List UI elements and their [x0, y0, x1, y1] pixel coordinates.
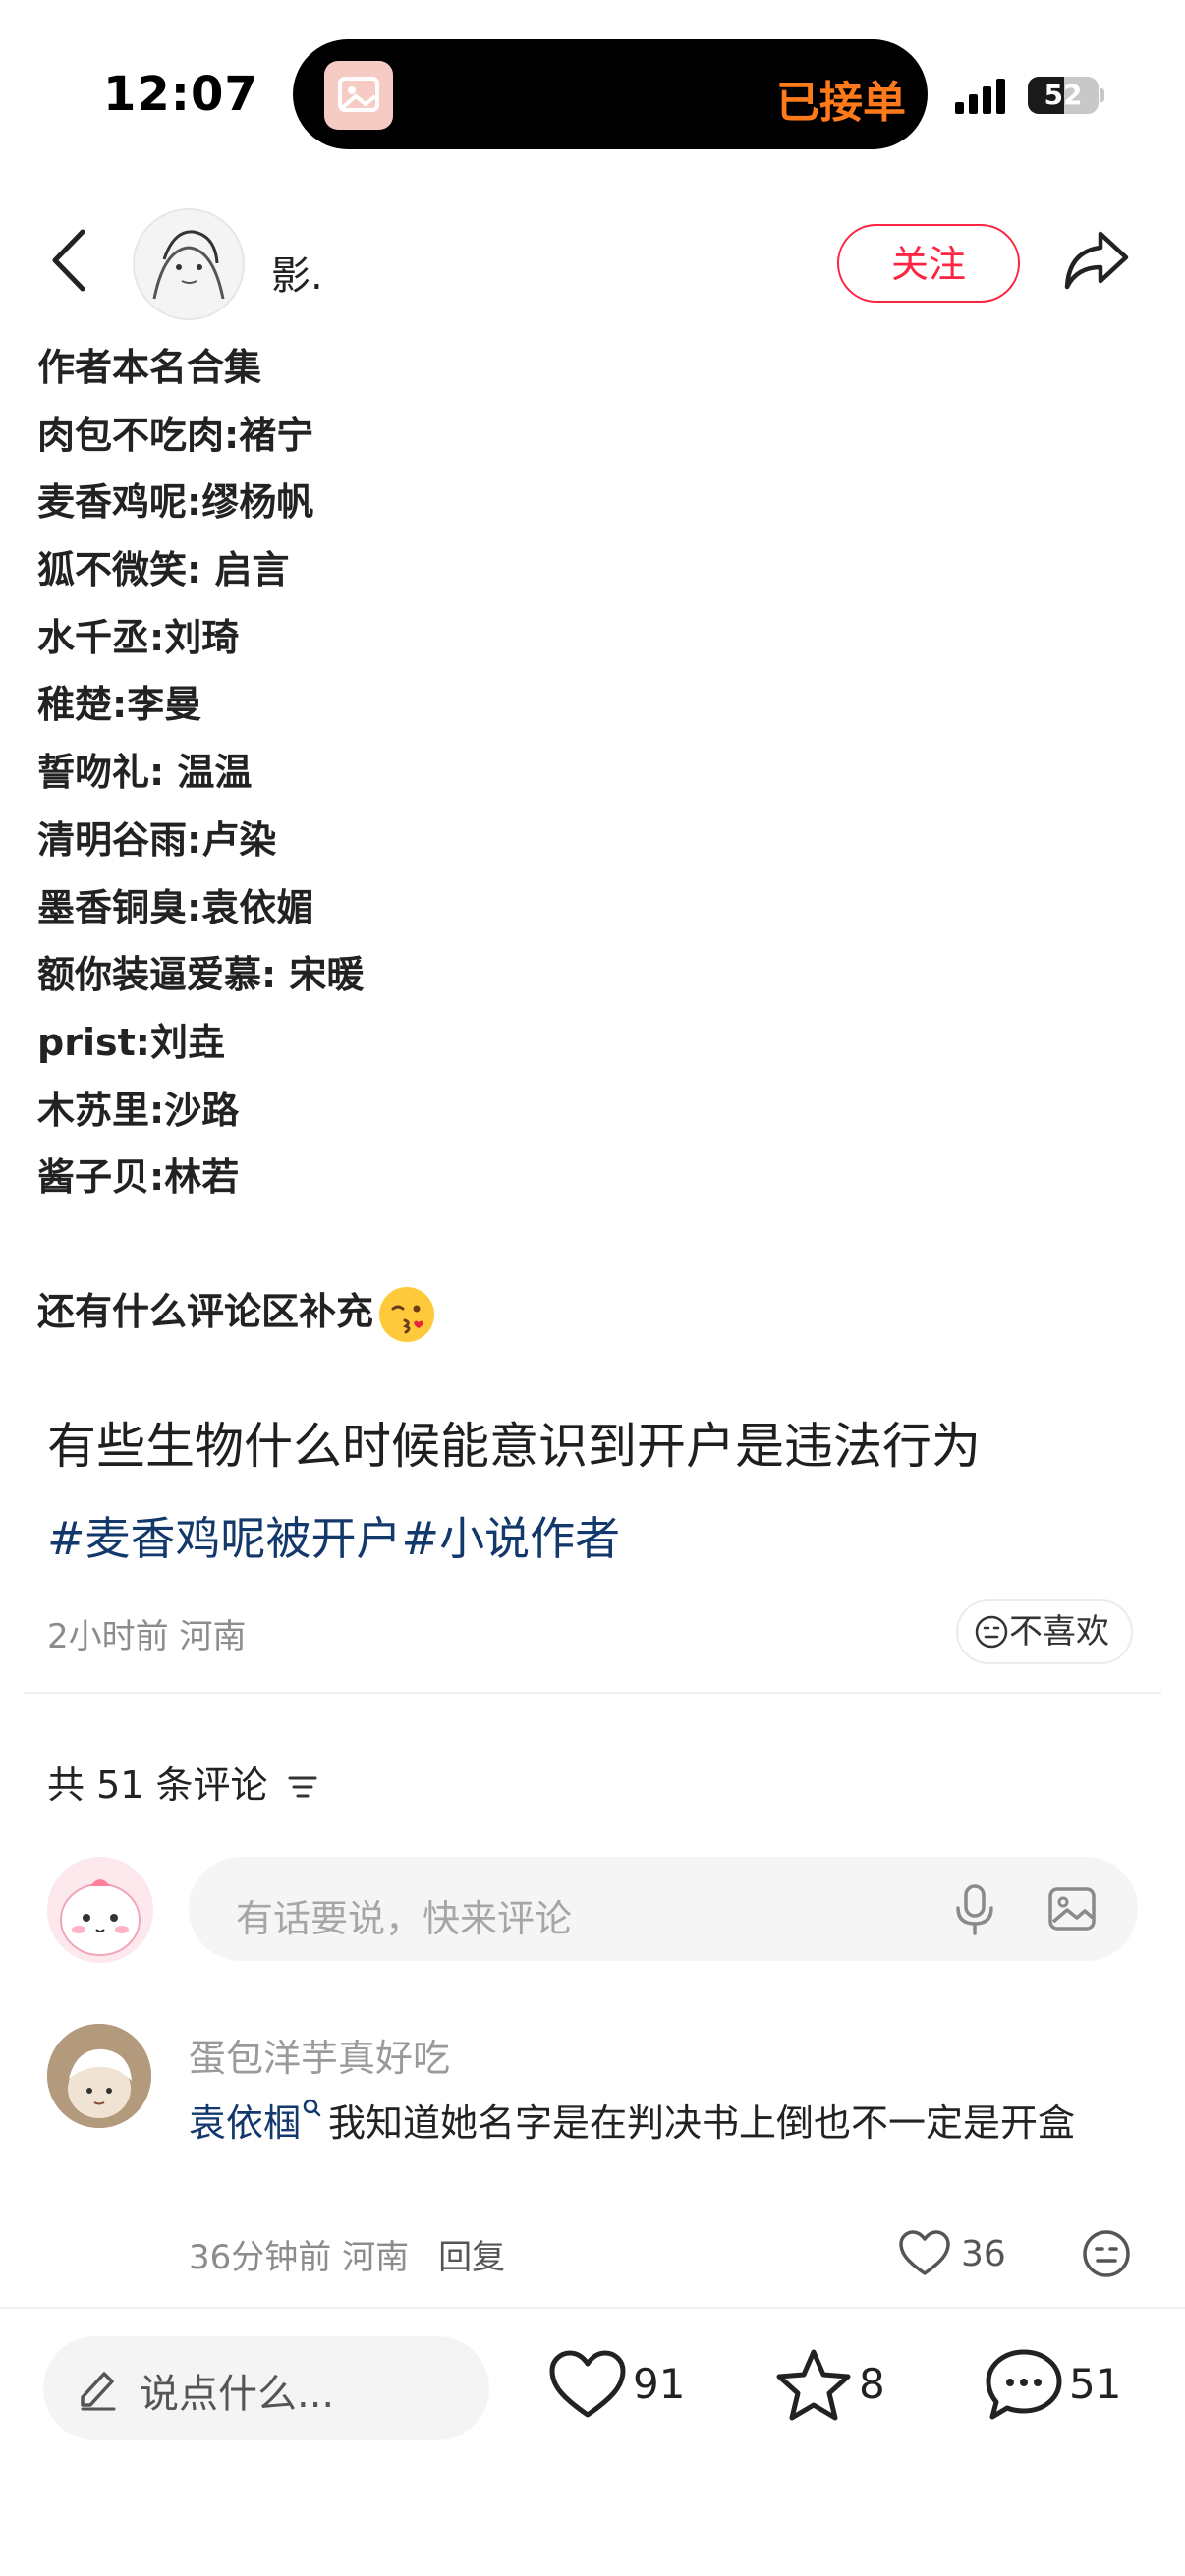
comments-count-label: 共 51 条评论	[47, 1764, 268, 1807]
post-meta: 2小时前 河南	[47, 1617, 247, 1656]
post-image-line: 酱子贝:林若	[37, 1155, 240, 1200]
post-image-line: 清明谷雨:卢染	[37, 817, 277, 862]
like-button[interactable]	[548, 2350, 627, 2425]
comment-mention[interactable]: 袁依椢	[189, 2101, 301, 2145]
comment-like-button[interactable]	[898, 2230, 951, 2281]
post-title: 有些生物什么时候能意识到开户是违法行为	[47, 1418, 981, 1475]
post-image-line: 墨香铜臭:袁依媚	[37, 885, 314, 929]
pencil-icon	[75, 2364, 122, 2415]
post-image-line: 麦香鸡呢:缪杨帆	[37, 480, 314, 525]
post-image-line: 狐不微笑: 启言	[37, 548, 290, 592]
post-image-footer-text: 还有什么评论区补充	[37, 1290, 374, 1333]
heart-icon	[899, 2230, 950, 2275]
comment-dislike-button[interactable]	[1081, 2228, 1132, 2283]
star-icon	[776, 2349, 851, 2421]
comment-text: 袁依椢 我知道她名字是在判决书上倒也不一定是开盒	[189, 2091, 1132, 2156]
comment-input-placeholder: 有话要说，快来评论	[236, 1897, 573, 1940]
post-image-line: 稚楚:李曼	[37, 683, 202, 727]
neutral-face-icon	[975, 1615, 1008, 1649]
status-time: 12:07	[103, 67, 258, 122]
author-avatar[interactable]	[133, 208, 245, 320]
neutral-face-icon	[1083, 2230, 1130, 2277]
dislike-button[interactable]: 不喜欢	[956, 1599, 1133, 1664]
search-small-icon	[303, 2099, 321, 2117]
post-tags[interactable]: #麦香鸡呢被开户#小说作者	[47, 1503, 620, 1568]
comments-count[interactable]: 共 51 条评论	[47, 1755, 319, 1809]
author-name[interactable]: 影.	[271, 244, 323, 301]
comment-meta: 36分钟前 河南 回复	[189, 2230, 505, 2278]
battery-cap	[1100, 88, 1104, 102]
comment-bubble-icon	[986, 2349, 1062, 2420]
post-image-line: 誓吻礼: 温温	[37, 751, 253, 795]
heart-icon	[549, 2350, 626, 2418]
post-image-line: 水千丞:刘琦	[37, 615, 240, 659]
post-image-line: 额你装逼爱慕: 宋暖	[37, 953, 365, 997]
post-image-line: 木苏里:沙路	[37, 1088, 240, 1132]
post-image-footer: 还有什么评论区补充	[37, 1281, 435, 1342]
say-something-placeholder: 说点什么...	[140, 2372, 335, 2417]
my-avatar[interactable]	[47, 1857, 153, 1963]
follow-button[interactable]: 关注	[837, 224, 1020, 303]
chevron-left-icon	[52, 229, 85, 292]
like-count: 91	[633, 2360, 686, 2408]
section-divider	[24, 1692, 1161, 1694]
island-photo-icon	[324, 61, 393, 130]
battery-percent: 52	[1044, 79, 1083, 111]
kiss-emoji-icon	[379, 1286, 435, 1342]
island-status-text: 已接单	[776, 78, 906, 128]
collect-count: 8	[859, 2360, 885, 2408]
commenter-avatar[interactable]	[47, 2024, 151, 2128]
comment-time-location: 36分钟前 河南	[189, 2238, 410, 2277]
comment-body: 我知道她名字是在判决书上倒也不一定是开盒	[328, 2101, 1076, 2145]
post-image-line: 作者本名合集	[37, 346, 262, 389]
sort-icon	[288, 1776, 317, 1798]
collect-button[interactable]	[774, 2348, 853, 2427]
image-upload-icon[interactable]	[1047, 1884, 1097, 1937]
dislike-label: 不喜欢	[1009, 1612, 1109, 1652]
signal-icon	[955, 77, 1010, 118]
comment-count: 51	[1069, 2360, 1122, 2408]
microphone-icon[interactable]	[953, 1882, 996, 1941]
back-button[interactable]	[49, 226, 88, 299]
share-button[interactable]	[1061, 228, 1132, 299]
post-image-line: 肉包不吃肉:褚宁	[37, 413, 314, 457]
post-image[interactable]: 作者本名合集 肉包不吃肉:褚宁 麦香鸡呢:缪杨帆 狐不微笑: 启言 水千丞:刘琦…	[37, 334, 450, 1211]
post-image-line: prist:刘垚	[37, 1020, 225, 1064]
reply-button[interactable]: 回复	[438, 2238, 505, 2277]
bottom-bar-divider	[0, 2307, 1185, 2309]
comment-button[interactable]	[985, 2348, 1063, 2427]
share-arrow-icon	[1064, 231, 1129, 290]
comment-like-count: 36	[961, 2234, 1006, 2274]
commenter-name[interactable]: 蛋包洋芋真好吃	[189, 2028, 450, 2082]
